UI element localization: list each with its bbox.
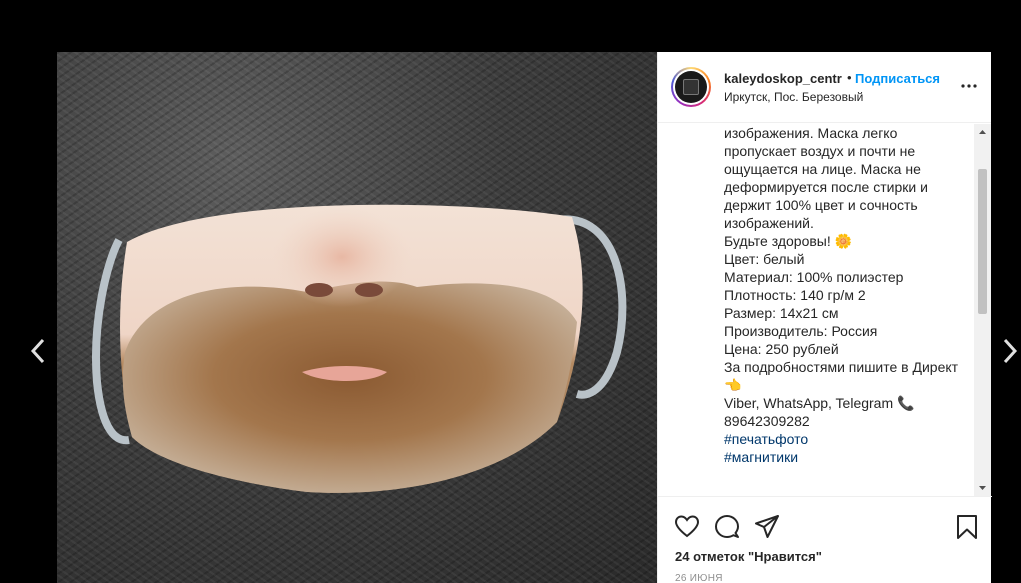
caption-line: Viber, WhatsApp, Telegram 📞	[724, 395, 915, 411]
heart-icon[interactable]	[674, 514, 700, 540]
comment-icon[interactable]	[714, 514, 740, 540]
hashtag-link[interactable]: #магнитики	[724, 448, 974, 466]
caption-line: 👈	[724, 377, 742, 393]
caption-area[interactable]: изображения. Маска легко пропускает возд…	[658, 124, 992, 496]
caption-scrollbar[interactable]	[974, 124, 991, 496]
caption-line: Материал: 100% полиэстер	[724, 269, 904, 285]
bookmark-icon[interactable]	[954, 514, 980, 540]
caption-line: Плотность: 140 гр/м 2	[724, 287, 866, 303]
caption-line: Производитель: Россия	[724, 323, 878, 339]
post-actions: 24 отметок "Нравится" 26 ИЮНЯ	[658, 496, 992, 583]
post-sidebar: kaleydoskop_centr • Подписаться Иркутск,…	[657, 52, 992, 583]
caption-line: Размер: 14х21 см	[724, 305, 839, 321]
post-date[interactable]: 26 ИЮНЯ	[675, 573, 723, 583]
caption-line: изображений.	[724, 215, 814, 231]
caption-line: Цвет: белый	[724, 251, 805, 267]
scroll-up-icon[interactable]	[974, 124, 991, 141]
next-post-button[interactable]	[1000, 336, 1020, 366]
likes-count[interactable]: 24 отметок "Нравится"	[675, 549, 822, 564]
separator-dot: •	[847, 70, 852, 85]
tshirt-icon	[683, 79, 699, 95]
caption-line: Цена: 250 рублей	[724, 341, 839, 357]
more-horizontal-icon[interactable]	[959, 78, 979, 94]
caption-line: пропускает воздух и почти не	[724, 143, 916, 159]
scroll-down-icon[interactable]	[974, 479, 991, 496]
beard-mask-image	[92, 204, 627, 493]
caption-line: изображения. Маска легко	[724, 125, 898, 141]
post-header: kaleydoskop_centr • Подписаться Иркутск,…	[658, 52, 991, 123]
caption-text: изображения. Маска легко пропускает возд…	[724, 124, 974, 466]
caption-line: 89642309282	[724, 413, 810, 429]
chevron-left-icon	[30, 338, 45, 364]
caption-line: Будьте здоровы! 🌼	[724, 233, 853, 249]
follow-button[interactable]: Подписаться	[855, 71, 940, 86]
avatar[interactable]	[671, 67, 711, 107]
caption-line: деформируется после стирки и	[724, 179, 928, 195]
caption-line: держит 100% цвет и сочность	[724, 197, 918, 213]
scroll-thumb[interactable]	[978, 169, 987, 314]
prev-post-button[interactable]	[28, 336, 48, 366]
chevron-right-icon	[1003, 338, 1018, 364]
hashtag-link[interactable]: #печатьфото	[724, 430, 974, 448]
caption-line: ощущается на лице. Маска не	[724, 161, 921, 177]
caption-line: За подробностями пишите в Директ	[724, 359, 959, 375]
location-link[interactable]: Иркутск, Пос. Березовый	[724, 90, 863, 104]
username-link[interactable]: kaleydoskop_centr	[724, 71, 842, 86]
share-icon[interactable]	[754, 514, 780, 540]
post-modal: kaleydoskop_centr • Подписаться Иркутск,…	[57, 52, 992, 583]
post-photo	[57, 52, 657, 583]
